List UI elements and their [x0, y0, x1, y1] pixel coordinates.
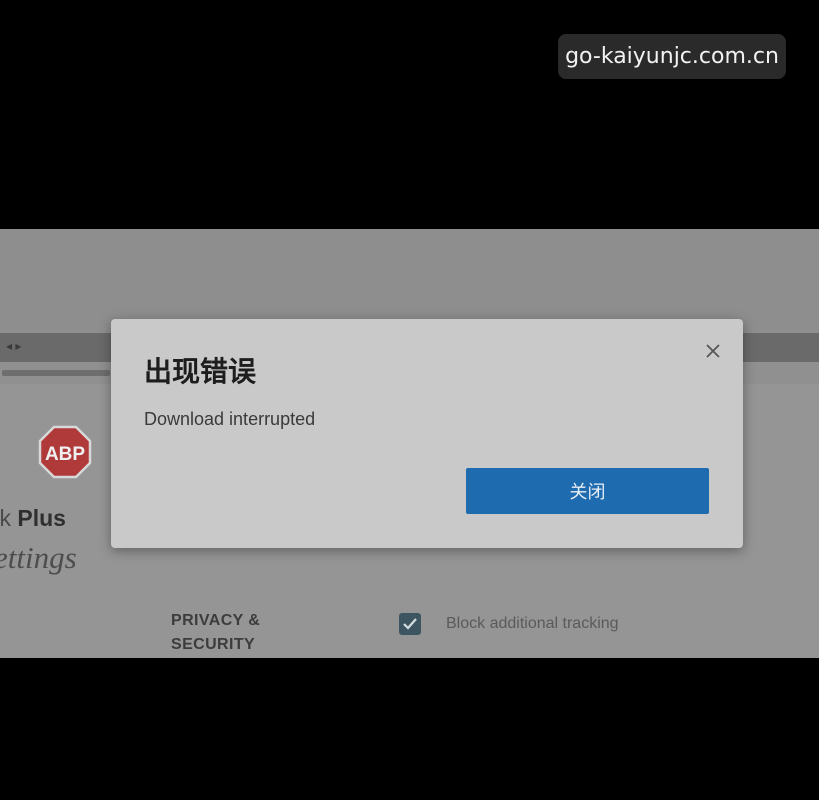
error-dialog: 出现错误 Download interrupted 关闭 — [111, 319, 743, 548]
section-title-line2: SECURITY — [171, 636, 256, 653]
dialog-title: 出现错误 — [144, 355, 257, 388]
nav-arrows[interactable]: ◂ ▸ — [6, 339, 21, 353]
checkmark-icon — [403, 618, 417, 630]
back-arrow-icon[interactable]: ◂ — [6, 339, 12, 353]
close-icon[interactable] — [703, 341, 723, 361]
page-heading: ettings — [0, 540, 77, 575]
close-button[interactable]: 关闭 — [466, 468, 709, 514]
abp-logo: ABP — [38, 425, 92, 479]
watermark-badge: go-kaiyunjc.com.cn — [558, 34, 786, 79]
block-tracking-checkbox[interactable] — [399, 613, 421, 635]
abp-logo-text: ABP — [45, 444, 85, 465]
watermark-text: go-kaiyunjc.com.cn — [565, 44, 779, 69]
address-text-blurred — [2, 370, 110, 376]
brand-name-bold: Plus — [17, 505, 66, 531]
brand-name: ck Plus — [0, 505, 66, 532]
dialog-message: Download interrupted — [144, 409, 316, 429]
section-title: PRIVACY & SECURITY — [171, 609, 260, 657]
section-title-line1: PRIVACY & — [171, 612, 261, 629]
brand-name-partial: ck — [0, 505, 11, 531]
forward-arrow-icon[interactable]: ▸ — [15, 339, 21, 353]
block-tracking-label: Block additional tracking — [446, 615, 619, 632]
